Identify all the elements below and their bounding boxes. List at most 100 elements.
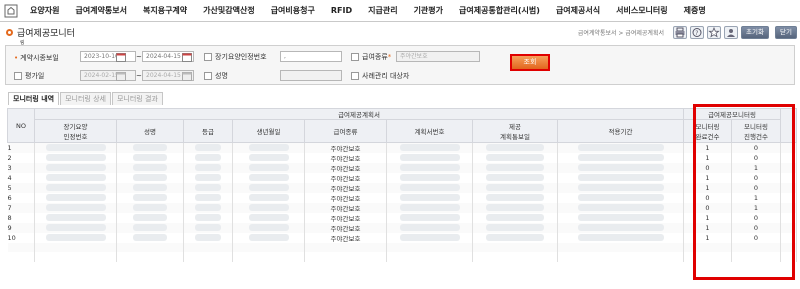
redacted-blur <box>133 163 167 171</box>
col-notice-date-header[interactable]: 제공 계획통보일 <box>472 119 558 143</box>
nav-item-forms[interactable]: 급여제공서식 <box>548 0 608 22</box>
calendar-icon[interactable] <box>116 52 126 62</box>
nav-item-certificates[interactable]: 제증명 <box>676 0 714 22</box>
row-grade-cell <box>183 203 233 213</box>
redacted-blur <box>248 183 289 191</box>
table-row[interactable]: 7 주야간보호 0 1 <box>7 203 797 213</box>
nav-item-care-resources[interactable]: 요양자원 <box>22 0 67 22</box>
case-mgmt-checkbox[interactable] <box>351 72 359 80</box>
home-icon[interactable] <box>4 4 18 18</box>
redacted-blur <box>195 183 221 191</box>
redacted-blur <box>133 193 167 201</box>
nav-item-welfare-equipment[interactable]: 복지용구계약 <box>135 0 195 22</box>
calendar-icon[interactable] <box>182 71 192 81</box>
redacted-blur <box>577 163 664 171</box>
range-tilde: ~ <box>136 72 142 80</box>
table-row[interactable]: 2 주야간보호 1 0 <box>7 153 797 163</box>
redacted-blur <box>399 223 460 231</box>
table-row[interactable]: 3 주야간보호 0 1 <box>7 163 797 173</box>
row-grade-cell <box>183 183 233 193</box>
redacted-blur <box>577 223 664 231</box>
search-button[interactable]: 조회 <box>510 54 550 71</box>
table-row[interactable]: 4 주야간보호 1 0 <box>7 173 797 183</box>
nav-item-surcharge[interactable]: 가산및감액산정 <box>195 0 263 22</box>
nav-item-claims[interactable]: 급여비용청구 <box>263 0 323 22</box>
row-grade-cell <box>183 193 233 203</box>
empty-cell <box>183 243 233 253</box>
empty-cell <box>34 243 117 253</box>
contract-from-input[interactable]: 2023-10-16 <box>80 51 136 62</box>
row-type-cell: 주야간보호 <box>304 142 387 153</box>
nav-item-contract-notice[interactable]: 급여계약통보서 <box>67 0 135 22</box>
col-no-header: NO <box>7 108 35 143</box>
table-row[interactable]: 9 주야간보호 1 0 <box>7 223 797 233</box>
nav-item-evaluation[interactable]: 기관평가 <box>406 0 451 22</box>
table-row[interactable]: 1 주야간보호 1 0 <box>7 142 797 153</box>
tab-monitoring-detail[interactable]: 모니터링 상세 <box>60 92 111 105</box>
col-period-header[interactable]: 적용기간 <box>557 119 684 143</box>
redacted-blur <box>577 153 664 161</box>
ltc-number-label: 장기요양인정번호 <box>215 53 267 61</box>
row-period-cell <box>557 173 684 183</box>
nav-item-rfid[interactable]: RFID <box>323 0 360 22</box>
table-row[interactable]: 8 주야간보호 1 0 <box>7 213 797 223</box>
row-birth-cell <box>232 223 305 233</box>
empty-cell <box>183 252 233 262</box>
nav-item-integrated-mgmt[interactable]: 급여제공통합관리(시범) <box>451 0 548 22</box>
redacted-blur <box>248 213 289 221</box>
user-icon[interactable] <box>724 26 738 39</box>
row-ltc-cell <box>34 213 117 223</box>
row-name-cell <box>116 223 184 233</box>
favorite-star-icon[interactable] <box>707 26 721 39</box>
redacted-blur <box>399 193 460 201</box>
eval-date-checkbox[interactable] <box>14 72 22 80</box>
tab-monitoring-result[interactable]: 모니터링 결과 <box>111 92 163 105</box>
row-notice-date-cell <box>472 203 558 213</box>
row-ltc-cell <box>34 223 117 233</box>
col-birth-header[interactable]: 생년월일 <box>232 119 305 143</box>
col-plan-no-header[interactable]: 계획서번호 <box>386 119 473 143</box>
calendar-icon[interactable] <box>116 71 126 81</box>
redacted-blur <box>45 183 106 191</box>
table-row[interactable]: 6 주야간보호 0 1 <box>7 193 797 203</box>
row-name-cell <box>116 203 184 213</box>
ltc-number-input[interactable]: , <box>280 51 342 62</box>
print-icon[interactable] <box>673 26 687 39</box>
tab-monitoring-history[interactable]: 모니터링 내역 <box>8 92 60 105</box>
redacted-blur <box>133 143 167 151</box>
benefit-type-checkbox[interactable] <box>351 53 359 61</box>
nav-item-service-monitoring[interactable]: 서비스모니터링 <box>608 0 676 22</box>
help-icon[interactable]: ? <box>690 26 704 39</box>
close-button[interactable]: 닫기 <box>775 26 797 39</box>
table-row[interactable]: 5 주야간보호 1 0 <box>7 183 797 193</box>
col-name-header[interactable]: 성명 <box>116 119 184 143</box>
redacted-blur <box>133 223 167 231</box>
empty-cell <box>386 252 473 262</box>
redacted-blur <box>195 223 221 231</box>
table-row[interactable]: 10 주야간보호 1 0 <box>7 233 797 243</box>
row-no-cell: 2 <box>7 153 35 163</box>
row-type-cell: 주야간보호 <box>304 203 387 213</box>
row-grade-cell <box>183 213 233 223</box>
search-panel: • 계약시종보일 2023-10-16 ~ 2024-04-15 장기요양인정번호… <box>5 45 795 85</box>
redacted-blur <box>45 223 106 231</box>
benefit-type-select[interactable]: 주야간보호 <box>396 51 480 62</box>
row-type-cell: 주야간보호 <box>304 163 387 173</box>
ltc-number-checkbox[interactable] <box>204 53 212 61</box>
redacted-blur <box>248 233 289 241</box>
name-checkbox[interactable] <box>204 72 212 80</box>
nav-item-payment[interactable]: 지급관리 <box>360 0 405 22</box>
col-grade-header[interactable]: 등급 <box>183 119 233 143</box>
reset-button[interactable]: 초기화 <box>741 26 769 39</box>
col-type-header[interactable]: 급여종류 <box>304 119 387 143</box>
row-no-cell: 7 <box>7 203 35 213</box>
calendar-icon[interactable] <box>182 52 192 62</box>
redacted-blur <box>486 223 544 231</box>
row-no-cell: 6 <box>7 193 35 203</box>
eval-from-input[interactable]: 2024-02-15 <box>80 70 136 81</box>
row-plan-no-cell <box>386 213 473 223</box>
row-notice-date-cell <box>472 173 558 183</box>
row-type-cell: 주야간보호 <box>304 223 387 233</box>
name-input[interactable] <box>280 70 342 81</box>
col-ltc-header[interactable]: 장기요양 인정번호 <box>34 119 117 143</box>
